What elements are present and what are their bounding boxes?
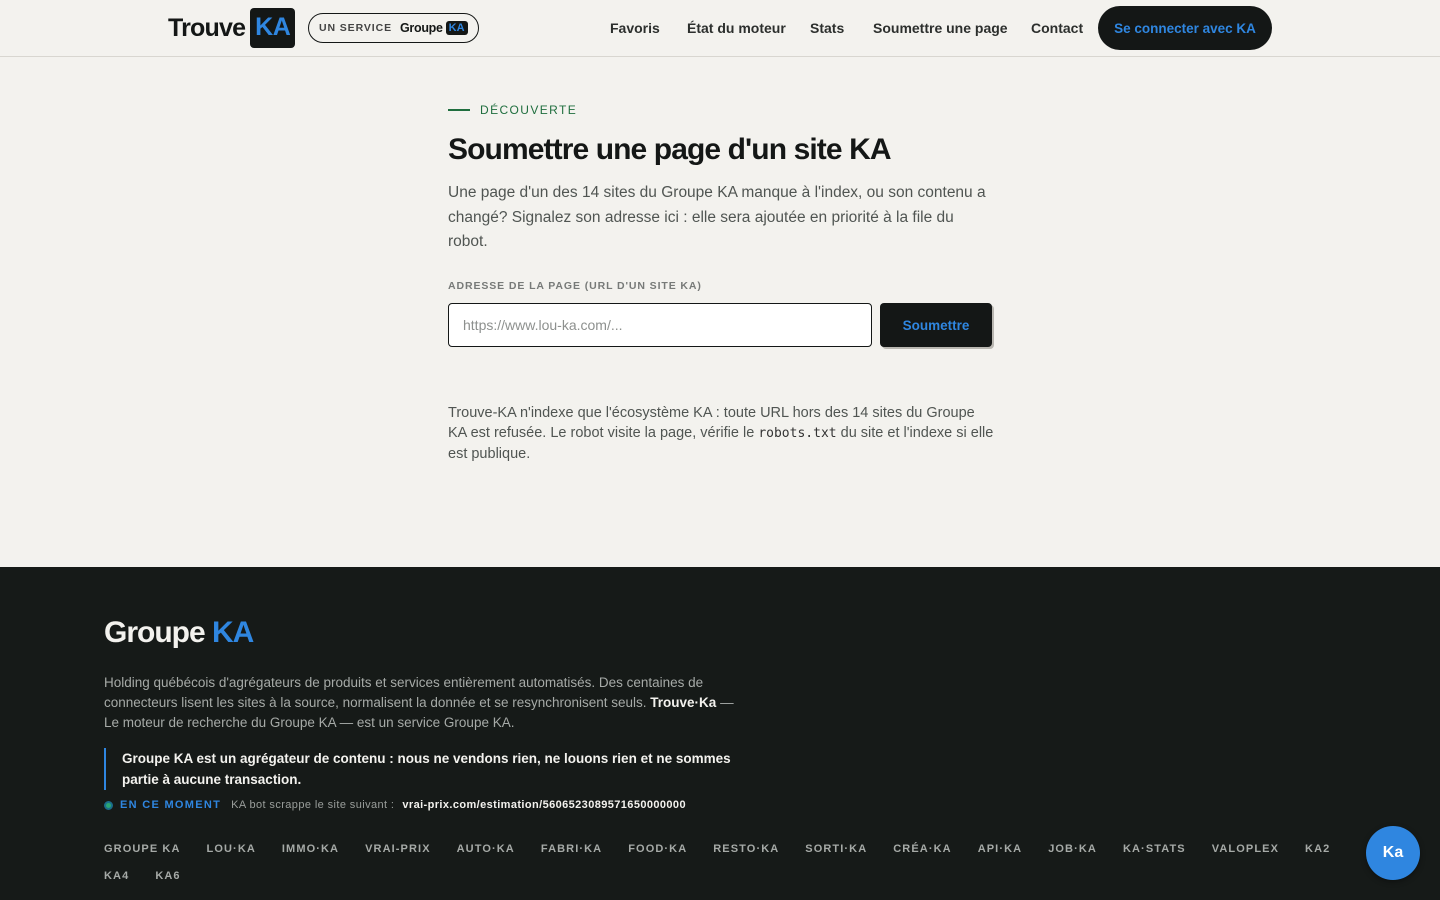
status-dot-icon	[104, 800, 113, 810]
nav-stats[interactable]: Stats	[810, 20, 844, 36]
now-text: KA bot scrappe le site suivant :	[231, 799, 395, 811]
footer-disclaimer: Groupe KA est un agrégateur de contenu :…	[104, 748, 744, 790]
footer-site-job-ka[interactable]: JOB·KA	[1048, 842, 1097, 857]
indexing-note: Trouve-KA n'indexe que l'écosystème KA :…	[448, 403, 996, 464]
trouve-ka-logo[interactable]: Trouve KA	[168, 8, 296, 48]
footer-site-api-ka[interactable]: API·KA	[978, 842, 1023, 857]
service-brand: Groupe	[400, 21, 443, 35]
footer-description: Holding québécois d'agrégateurs de produ…	[104, 673, 744, 733]
footer-site-lou-ka[interactable]: LOU·KA	[207, 842, 256, 857]
footer-logo-ka: KA	[212, 616, 254, 649]
footer-site-ka6[interactable]: KA6	[155, 869, 180, 884]
nav-etat-du-moteur[interactable]: État du moteur	[687, 20, 786, 36]
nav-soumettre-une-page[interactable]: Soumettre une page	[873, 20, 1008, 36]
now-url: vrai-prix.com/estimation/560652308957165…	[402, 799, 686, 811]
footer-site-vrai-prix[interactable]: VRAI-PRIX	[365, 842, 431, 857]
url-input[interactable]	[448, 303, 872, 347]
submit-button[interactable]: Soumettre	[880, 303, 992, 347]
page-lead: Une page d'un des 14 sites du Groupe KA …	[448, 184, 986, 250]
footer-desc-start: Holding québécois d'agrégateurs de produ…	[104, 675, 704, 710]
footer-site-resto-ka[interactable]: RESTO·KA	[713, 842, 779, 857]
footer-site-ka-stats[interactable]: KA·STATS	[1123, 842, 1186, 857]
groupe-ka-footer-logo[interactable]: Groupe KA	[104, 616, 254, 650]
bot-status: EN CE MOMENT KA bot scrappe le site suiv…	[104, 799, 686, 811]
eyebrow-line	[448, 109, 470, 111]
footer-logo-main: Groupe	[104, 616, 206, 649]
page-title: Soumettre une page d'un site KA	[448, 133, 892, 166]
footer-site-valoplex[interactable]: VALOPLEX	[1212, 842, 1279, 857]
section-eyebrow: DÉCOUVERTE	[448, 103, 577, 117]
footer-site-food-ka[interactable]: FOOD·KA	[628, 842, 687, 857]
now-label: EN CE MOMENT	[120, 799, 222, 811]
footer-site-ka2[interactable]: KA2	[1305, 842, 1330, 857]
footer-site-auto-ka[interactable]: AUTO·KA	[457, 842, 515, 857]
footer-site-fabri-ka[interactable]: FABRI·KA	[541, 842, 602, 857]
groupe-ka-service-badge[interactable]: UN SERVICE Groupe KA	[308, 13, 479, 43]
footer-sites-list: GROUPE KA LOU·KA IMMO·KA VRAI-PRIX AUTO·…	[104, 842, 1364, 884]
top-header: Trouve KA UN SERVICE Groupe KA Favoris É…	[0, 0, 1440, 57]
footer-site-sorti-ka[interactable]: SORTI·KA	[805, 842, 867, 857]
robots-txt-code: robots.txt	[758, 426, 837, 441]
service-brand-box: KA	[445, 21, 468, 35]
site-footer: Groupe KA Holding québécois d'agrégateur…	[0, 567, 1440, 900]
footer-site-crea-ka[interactable]: CRÉA·KA	[893, 842, 951, 857]
service-label: UN SERVICE	[319, 22, 392, 34]
footer-desc-brand: Trouve·Ka	[650, 695, 717, 710]
footer-site-immo-ka[interactable]: IMMO·KA	[282, 842, 339, 857]
login-button[interactable]: Se connecter avec KA	[1098, 6, 1272, 50]
eyebrow-text: DÉCOUVERTE	[480, 103, 578, 117]
nav-contact[interactable]: Contact	[1031, 20, 1083, 36]
chat-button[interactable]: Ka	[1366, 826, 1420, 880]
url-field-label: ADRESSE DE LA PAGE (URL D'UN SITE KA)	[448, 280, 702, 292]
logo-box: KA	[250, 8, 296, 48]
nav-favoris[interactable]: Favoris	[610, 20, 660, 36]
logo-text: Trouve	[168, 13, 246, 42]
footer-site-groupe-ka[interactable]: GROUPE KA	[104, 842, 181, 857]
footer-site-ka4[interactable]: KA4	[104, 869, 129, 884]
